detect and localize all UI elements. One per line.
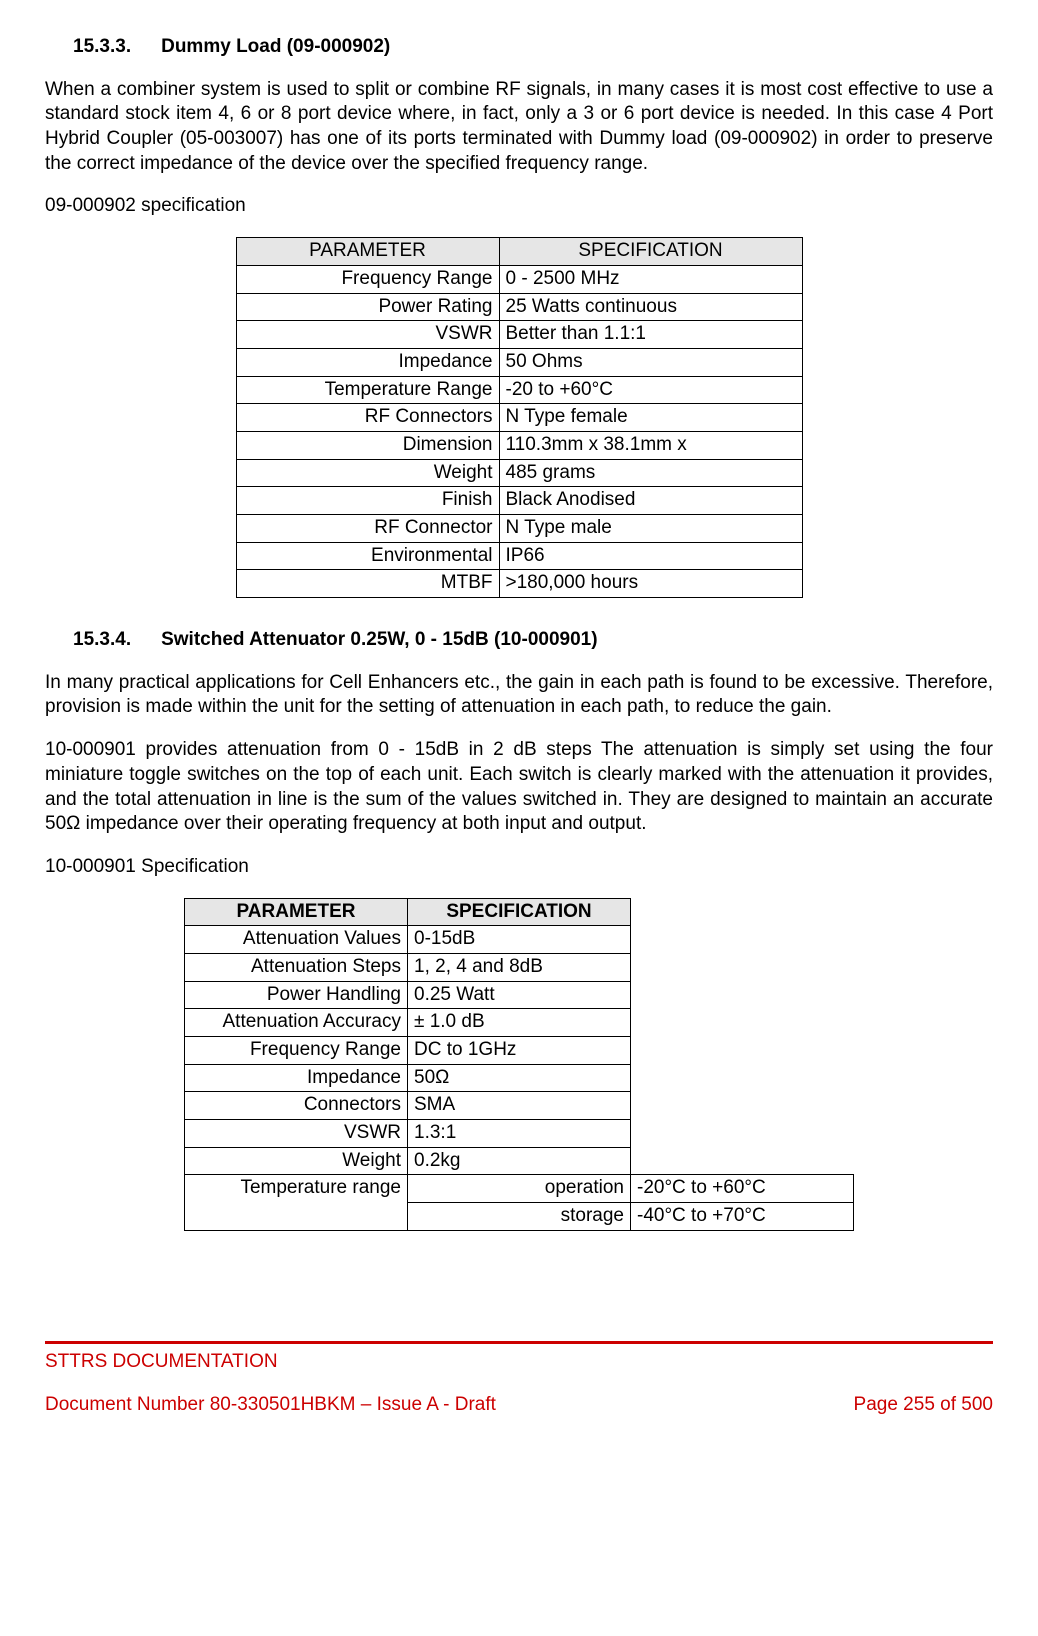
table-row-param: Environmental — [236, 542, 499, 570]
table2-head-spec: SPECIFICATION — [408, 898, 631, 926]
table-row-param: RF Connectors — [236, 404, 499, 432]
table-row-value: DC to 1GHz — [408, 1037, 631, 1065]
table-row-value: 0.25 Watt — [408, 981, 631, 1009]
temp-operation-value: -20°C to +60°C — [631, 1175, 854, 1203]
table-row-param: Frequency Range — [236, 265, 499, 293]
table-row-value: 0.2kg — [408, 1147, 631, 1175]
table-row-param: RF Connector — [236, 515, 499, 543]
section-heading-1: 15.3.3. Dummy Load (09-000902) — [45, 35, 993, 60]
table-row-param: VSWR — [185, 1120, 408, 1148]
table-row-value: 485 grams — [499, 459, 802, 487]
section-number: 15.3.4. — [73, 628, 131, 653]
table-row-value: SMA — [408, 1092, 631, 1120]
table-row-param: Weight — [185, 1147, 408, 1175]
footer-page-number: Page 255 of 500 — [854, 1393, 993, 1418]
table2-head-param: PARAMETER — [185, 898, 408, 926]
footer: STTRS DOCUMENTATION Document Number 80-3… — [45, 1341, 993, 1417]
table-row-param: Temperature Range — [236, 376, 499, 404]
table-row-value: 1.3:1 — [408, 1120, 631, 1148]
table-row-param: Finish — [236, 487, 499, 515]
table-row-param: Weight — [236, 459, 499, 487]
table-row-value: -20 to +60°C — [499, 376, 802, 404]
spec-table-2: PARAMETER SPECIFICATION Attenuation Valu… — [184, 898, 854, 1231]
spec-table-1: PARAMETER SPECIFICATION Frequency Range0… — [236, 237, 803, 598]
table1-head-param: PARAMETER — [236, 238, 499, 266]
table-row-param: MTBF — [236, 570, 499, 598]
footer-doc-number: Document Number 80-330501HBKM – Issue A … — [45, 1393, 496, 1418]
section-title: Dummy Load (09-000902) — [161, 36, 390, 57]
footer-rule — [45, 1341, 993, 1344]
table-row-param: Connectors — [185, 1092, 408, 1120]
table-row-param: Frequency Range — [185, 1037, 408, 1065]
section1-paragraph: When a combiner system is used to split … — [45, 78, 993, 177]
section2-paragraph-2: 10-000901 provides attenuation from 0 - … — [45, 738, 993, 837]
section-title: Switched Attenuator 0.25W, 0 - 15dB (10-… — [161, 629, 597, 650]
section-number: 15.3.3. — [73, 35, 131, 60]
table-row-value: 0 - 2500 MHz — [499, 265, 802, 293]
table-row-param: Power Handling — [185, 981, 408, 1009]
section2-paragraph-1: In many practical applications for Cell … — [45, 671, 993, 720]
table-row-value: 0-15dB — [408, 926, 631, 954]
table-row-value: Better than 1.1:1 — [499, 321, 802, 349]
table-row-value: N Type male — [499, 515, 802, 543]
table1-head-spec: SPECIFICATION — [499, 238, 802, 266]
section1-spec-label: 09-000902 specification — [45, 194, 993, 219]
table-row-value: IP66 — [499, 542, 802, 570]
table-row-value: 50 Ohms — [499, 348, 802, 376]
table-row-value: Black Anodised — [499, 487, 802, 515]
table-row-param: Dimension — [236, 431, 499, 459]
temp-operation-label: operation — [408, 1175, 631, 1203]
section-heading-2: 15.3.4. Switched Attenuator 0.25W, 0 - 15… — [45, 628, 993, 653]
table-row-value: 25 Watts continuous — [499, 293, 802, 321]
section2-spec-label: 10-000901 Specification — [45, 855, 993, 880]
table-row-param: Attenuation Values — [185, 926, 408, 954]
table-row-value: >180,000 hours — [499, 570, 802, 598]
table-row-param: Attenuation Steps — [185, 953, 408, 981]
temp-storage-value: -40°C to +70°C — [631, 1203, 854, 1231]
temp-storage-label: storage — [408, 1203, 631, 1231]
table-row-param: VSWR — [236, 321, 499, 349]
temp-range-label: Temperature range — [185, 1175, 408, 1230]
table-row-param: Power Rating — [236, 293, 499, 321]
table-row-value: ± 1.0 dB — [408, 1009, 631, 1037]
table-row-param: Impedance — [236, 348, 499, 376]
footer-doc-title: STTRS DOCUMENTATION — [45, 1350, 993, 1375]
table-row-param: Impedance — [185, 1064, 408, 1092]
table-row-value: N Type female — [499, 404, 802, 432]
table-row-param: Attenuation Accuracy — [185, 1009, 408, 1037]
table-row-value: 110.3mm x 38.1mm x — [499, 431, 802, 459]
table-row-value: 1, 2, 4 and 8dB — [408, 953, 631, 981]
table-row-value: 50Ω — [408, 1064, 631, 1092]
